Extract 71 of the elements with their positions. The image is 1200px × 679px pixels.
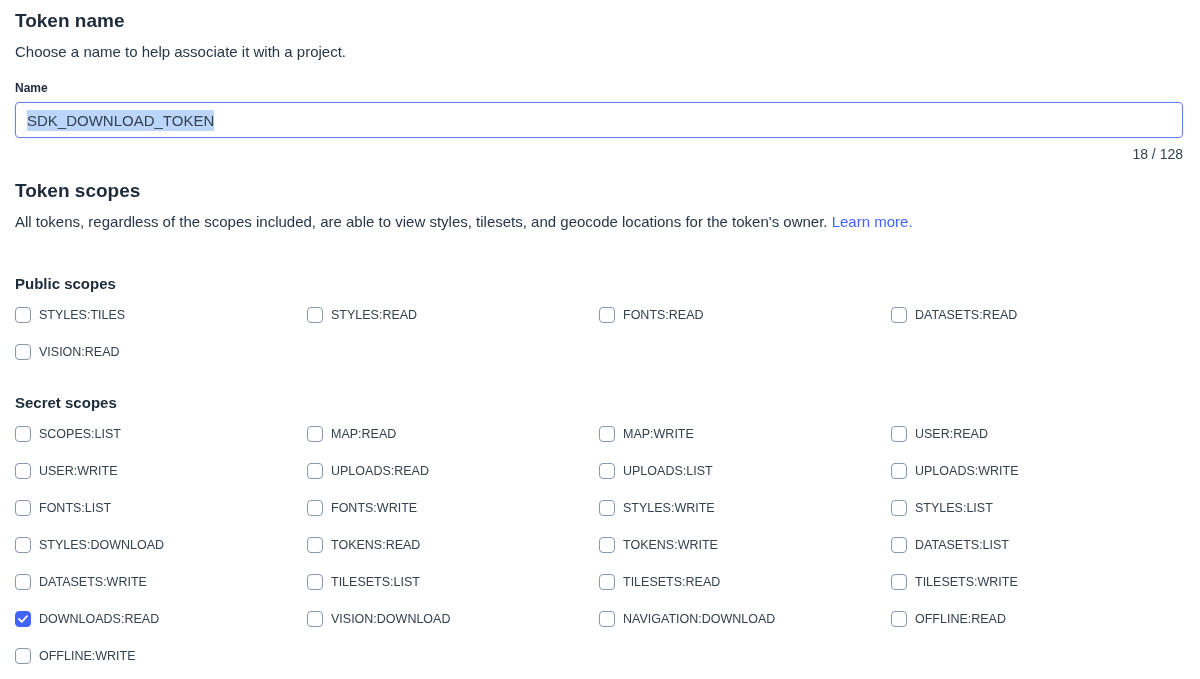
checkbox[interactable] xyxy=(599,463,615,479)
checkbox-label[interactable]: DATASETS:WRITE xyxy=(39,575,147,589)
checkbox[interactable] xyxy=(307,500,323,516)
checkbox[interactable] xyxy=(891,463,907,479)
checkbox-label[interactable]: FONTS:WRITE xyxy=(331,501,418,515)
checkbox[interactable] xyxy=(15,537,31,553)
section-title: Token name xyxy=(15,9,126,33)
checkbox-label[interactable]: NAVIGATION:DOWNLOAD xyxy=(623,612,776,626)
checkbox[interactable] xyxy=(891,426,907,442)
section-description: All tokens, regardless of the scopes included, are able to view styles, tilesets, and geocode locations for the token's owner. Learn more. xyxy=(15,212,914,232)
checkbox[interactable] xyxy=(15,611,31,627)
checkbox[interactable] xyxy=(307,307,323,323)
checkbox[interactable] xyxy=(307,426,323,442)
checkbox-label[interactable]: TOKENS:READ xyxy=(331,538,421,552)
group-title: Public scopes xyxy=(15,274,116,294)
checkbox[interactable] xyxy=(307,574,323,590)
checkbox[interactable] xyxy=(891,307,907,323)
checkbox[interactable] xyxy=(891,574,907,590)
checkbox[interactable] xyxy=(307,611,323,627)
checkbox-label[interactable]: TILESETS:WRITE xyxy=(915,575,1018,589)
checkbox-label[interactable]: SCOPES:LIST xyxy=(39,427,121,441)
checkbox[interactable] xyxy=(15,426,31,442)
checkbox-label[interactable]: OFFLINE:READ xyxy=(915,612,1006,626)
checkbox[interactable] xyxy=(599,307,615,323)
checkbox[interactable] xyxy=(599,574,615,590)
check-icon xyxy=(18,615,28,623)
checkbox-label[interactable]: STYLES:LIST xyxy=(915,501,993,515)
checkbox-label[interactable]: OFFLINE:WRITE xyxy=(39,649,136,663)
checkbox[interactable] xyxy=(15,500,31,516)
character-count: 18 / 128 xyxy=(1132,146,1183,162)
checkbox-label[interactable]: DATASETS:LIST xyxy=(915,538,1009,552)
checkbox-label[interactable]: FONTS:READ xyxy=(623,308,704,322)
section-description: Choose a name to help associate it with a project. xyxy=(15,42,348,62)
checkbox[interactable] xyxy=(307,463,323,479)
checkbox-label[interactable]: UPLOADS:WRITE xyxy=(915,464,1019,478)
checkbox[interactable] xyxy=(599,426,615,442)
group-title: Secret scopes xyxy=(15,393,117,413)
checkbox[interactable] xyxy=(599,537,615,553)
checkbox-label[interactable]: TILESETS:LIST xyxy=(331,575,420,589)
checkbox-label[interactable]: FONTS:LIST xyxy=(39,501,112,515)
checkbox[interactable] xyxy=(15,463,31,479)
checkbox[interactable] xyxy=(891,611,907,627)
checkbox-label[interactable]: DOWNLOADS:READ xyxy=(39,612,160,626)
checkbox-label[interactable]: TILESETS:READ xyxy=(623,575,721,589)
checkbox[interactable] xyxy=(15,574,31,590)
checkbox[interactable] xyxy=(891,500,907,516)
checkbox-label[interactable]: USER:READ xyxy=(915,427,988,441)
field-label: Name xyxy=(15,80,48,96)
checkbox-label[interactable]: UPLOADS:READ xyxy=(331,464,429,478)
checkbox[interactable] xyxy=(307,537,323,553)
checkbox-label[interactable]: MAP:WRITE xyxy=(623,427,694,441)
checkbox[interactable] xyxy=(15,307,31,323)
checkbox-label[interactable]: STYLES:DOWNLOAD xyxy=(39,538,165,552)
checkbox-label[interactable]: STYLES:TILES xyxy=(39,308,126,322)
checkbox[interactable] xyxy=(599,611,615,627)
checkbox-label[interactable]: USER:WRITE xyxy=(39,464,118,478)
section-title: Token scopes xyxy=(15,179,142,203)
name-field[interactable]: SDK_DOWNLOAD_TOKEN xyxy=(15,102,1183,138)
checkbox-label[interactable]: MAP:READ xyxy=(331,427,397,441)
checkbox-label[interactable]: STYLES:READ xyxy=(331,308,418,322)
checkbox[interactable] xyxy=(891,537,907,553)
checkbox-label[interactable]: TOKENS:WRITE xyxy=(623,538,718,552)
checkbox-label[interactable]: DATASETS:READ xyxy=(915,308,1018,322)
checkbox-label[interactable]: VISION:DOWNLOAD xyxy=(331,612,451,626)
checkbox[interactable] xyxy=(15,344,31,360)
checkbox-label[interactable]: STYLES:WRITE xyxy=(623,501,715,515)
checkbox-label[interactable]: VISION:READ xyxy=(39,345,120,359)
checkbox-label[interactable]: UPLOADS:LIST xyxy=(623,464,713,478)
checkbox[interactable] xyxy=(15,648,31,664)
checkbox[interactable] xyxy=(599,500,615,516)
learn-more-link[interactable]: Learn more. xyxy=(831,213,913,230)
